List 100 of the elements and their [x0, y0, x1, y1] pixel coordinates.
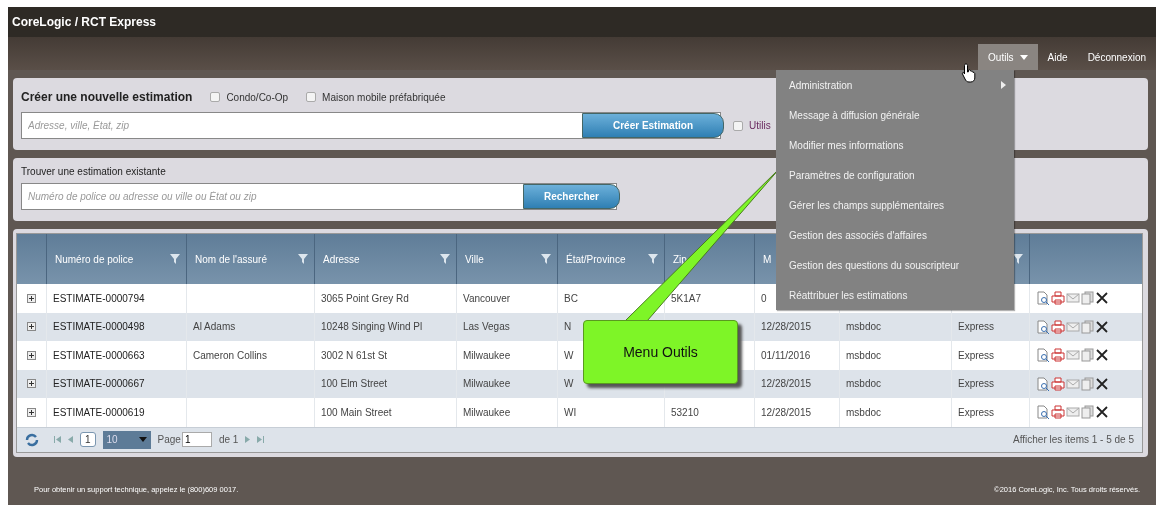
close-icon[interactable]	[1096, 349, 1108, 362]
preview-icon[interactable]	[1036, 348, 1050, 363]
checkbox-label: Condo/Co-Op	[226, 91, 289, 103]
callout: Menu Outils	[583, 320, 738, 384]
table-cell: msbdoc	[846, 406, 881, 418]
menu-item[interactable]: Paramètres de configuration	[776, 160, 1014, 190]
search-button[interactable]: Rechercher	[522, 184, 620, 209]
nav-menu-item[interactable]: Déconnexion	[1077, 44, 1156, 70]
checkbox-label: Maison mobile préfabriquée	[322, 91, 446, 103]
first-page-icon[interactable]	[54, 436, 61, 443]
page-input[interactable]: 1	[181, 432, 212, 447]
menu-item[interactable]: Message à diffusion générale	[776, 100, 1014, 130]
table-cell: ESTIMATE-0000663	[53, 349, 145, 361]
table-cell: 0	[761, 292, 767, 304]
close-icon[interactable]	[1096, 320, 1108, 333]
table-cell: 3002 N 61st St	[321, 349, 388, 361]
table-cell: W	[564, 378, 574, 390]
table-cell: ESTIMATE-0000498	[53, 321, 145, 333]
close-icon[interactable]	[1096, 292, 1108, 305]
nav-menu-item[interactable]: Aide	[1037, 44, 1078, 70]
page-count: de 1	[218, 434, 239, 445]
filter-icon[interactable]	[648, 254, 658, 264]
page-size-select[interactable]: 10	[102, 430, 151, 449]
table-cell: Express	[958, 406, 995, 418]
table-cell: Vancouver	[463, 292, 511, 304]
section-title: Trouver une estimation existante	[21, 166, 166, 177]
table-cell: 3065 Point Grey Rd	[321, 292, 409, 304]
table-cell: msbdoc	[846, 321, 881, 333]
preview-icon[interactable]	[1036, 376, 1050, 391]
menu-item[interactable]: Gestion des questions du souscripteur	[776, 250, 1014, 280]
printer-icon[interactable]	[1051, 405, 1065, 420]
app-title: CoreLogic / RCT Express	[12, 15, 157, 29]
table-cell: 100 Main Street	[321, 406, 392, 418]
table-cell: Express	[958, 321, 995, 333]
table-cell: W	[564, 349, 574, 361]
table-cell: Milwaukee	[463, 406, 511, 418]
caret-icon	[138, 437, 147, 442]
filter-icon[interactable]	[298, 254, 308, 264]
printer-icon[interactable]	[1051, 348, 1065, 363]
preview-icon[interactable]	[1036, 405, 1050, 420]
expand-icon[interactable]	[27, 350, 36, 360]
menu-item[interactable]: Modifier mes informations	[776, 130, 1014, 160]
page-number[interactable]: 1	[80, 432, 96, 447]
table-cell: Cameron Collins	[193, 349, 267, 361]
table-cell: 01/11/2016	[761, 349, 811, 361]
envelope-icon[interactable]	[1066, 405, 1080, 420]
table-cell: msbdoc	[846, 378, 881, 390]
close-icon[interactable]	[1096, 377, 1108, 390]
table-cell: 100 Elm Street	[321, 378, 388, 390]
preview-icon[interactable]	[1036, 291, 1050, 306]
table-cell: Las Vegas	[463, 321, 510, 333]
expand-icon[interactable]	[27, 407, 36, 417]
checkbox-label: Utilis	[749, 120, 771, 131]
table-cell: Express	[958, 378, 995, 390]
table-cell: ESTIMATE-0000619	[53, 406, 145, 418]
table-cell: 12/28/2015	[761, 321, 812, 333]
checkbox[interactable]	[210, 92, 221, 102]
table-cell: Al Adams	[193, 321, 236, 333]
expand-icon[interactable]	[27, 293, 36, 303]
create-estimate-button[interactable]: Créer Estimation	[581, 113, 724, 138]
filter-icon[interactable]	[1013, 254, 1023, 264]
envelope-icon[interactable]	[1066, 348, 1080, 363]
table-cell: N	[564, 321, 572, 333]
address-field[interactable]: Adresse, ville, État, zip Créer Estimation	[21, 112, 721, 139]
menu-item[interactable]: Gestion des associés d'affaires	[776, 220, 1014, 250]
menu-item[interactable]: Réattribuer les estimations	[776, 280, 1014, 310]
table-cell: Milwaukee	[463, 349, 511, 361]
filter-icon[interactable]	[440, 254, 450, 264]
table-cell: msbdoc	[846, 349, 881, 361]
nav-menu-item[interactable]: Outils	[978, 44, 1038, 70]
table-cell: ESTIMATE-0000667	[53, 378, 145, 390]
printer-icon[interactable]	[1051, 319, 1065, 334]
filter-icon[interactable]	[170, 254, 180, 264]
menu-item[interactable]: Administration	[776, 70, 1014, 100]
table-cell: ESTIMATE-0000794	[53, 292, 145, 304]
items-summary: Afficher les items 1 - 5 de 5	[1013, 434, 1134, 445]
table-cell: 53210	[671, 406, 699, 418]
menu-item[interactable]: Gérer les champs supplémentaires	[776, 190, 1014, 220]
next-page-icon[interactable]	[245, 436, 251, 443]
page-label: Page	[157, 434, 181, 445]
hand-cursor-icon	[961, 63, 977, 83]
table-cell: WI	[564, 406, 577, 418]
expand-icon[interactable]	[27, 379, 36, 389]
section-title: Créer une nouvelle estimation	[21, 90, 193, 104]
previous-page-icon[interactable]	[68, 436, 73, 443]
search-field[interactable]: Numéro de police ou adresse ou ville ou État ou zip Rechercher	[21, 183, 617, 210]
printer-icon[interactable]	[1051, 376, 1065, 391]
expand-icon[interactable]	[27, 322, 36, 332]
close-icon[interactable]	[1096, 406, 1108, 419]
printer-icon[interactable]	[1051, 291, 1065, 306]
checkbox[interactable]	[733, 120, 743, 131]
checkbox[interactable]	[306, 92, 317, 102]
table-cell: BC	[564, 292, 578, 304]
table-cell: 5K1A7	[671, 292, 702, 304]
preview-icon[interactable]	[1036, 319, 1050, 334]
last-page-icon[interactable]	[257, 436, 265, 443]
table-cell: Milwaukee	[463, 378, 511, 390]
filter-icon[interactable]	[541, 254, 551, 264]
table-cell: 12/28/2015	[761, 378, 812, 390]
envelope-icon[interactable]	[1066, 291, 1080, 306]
